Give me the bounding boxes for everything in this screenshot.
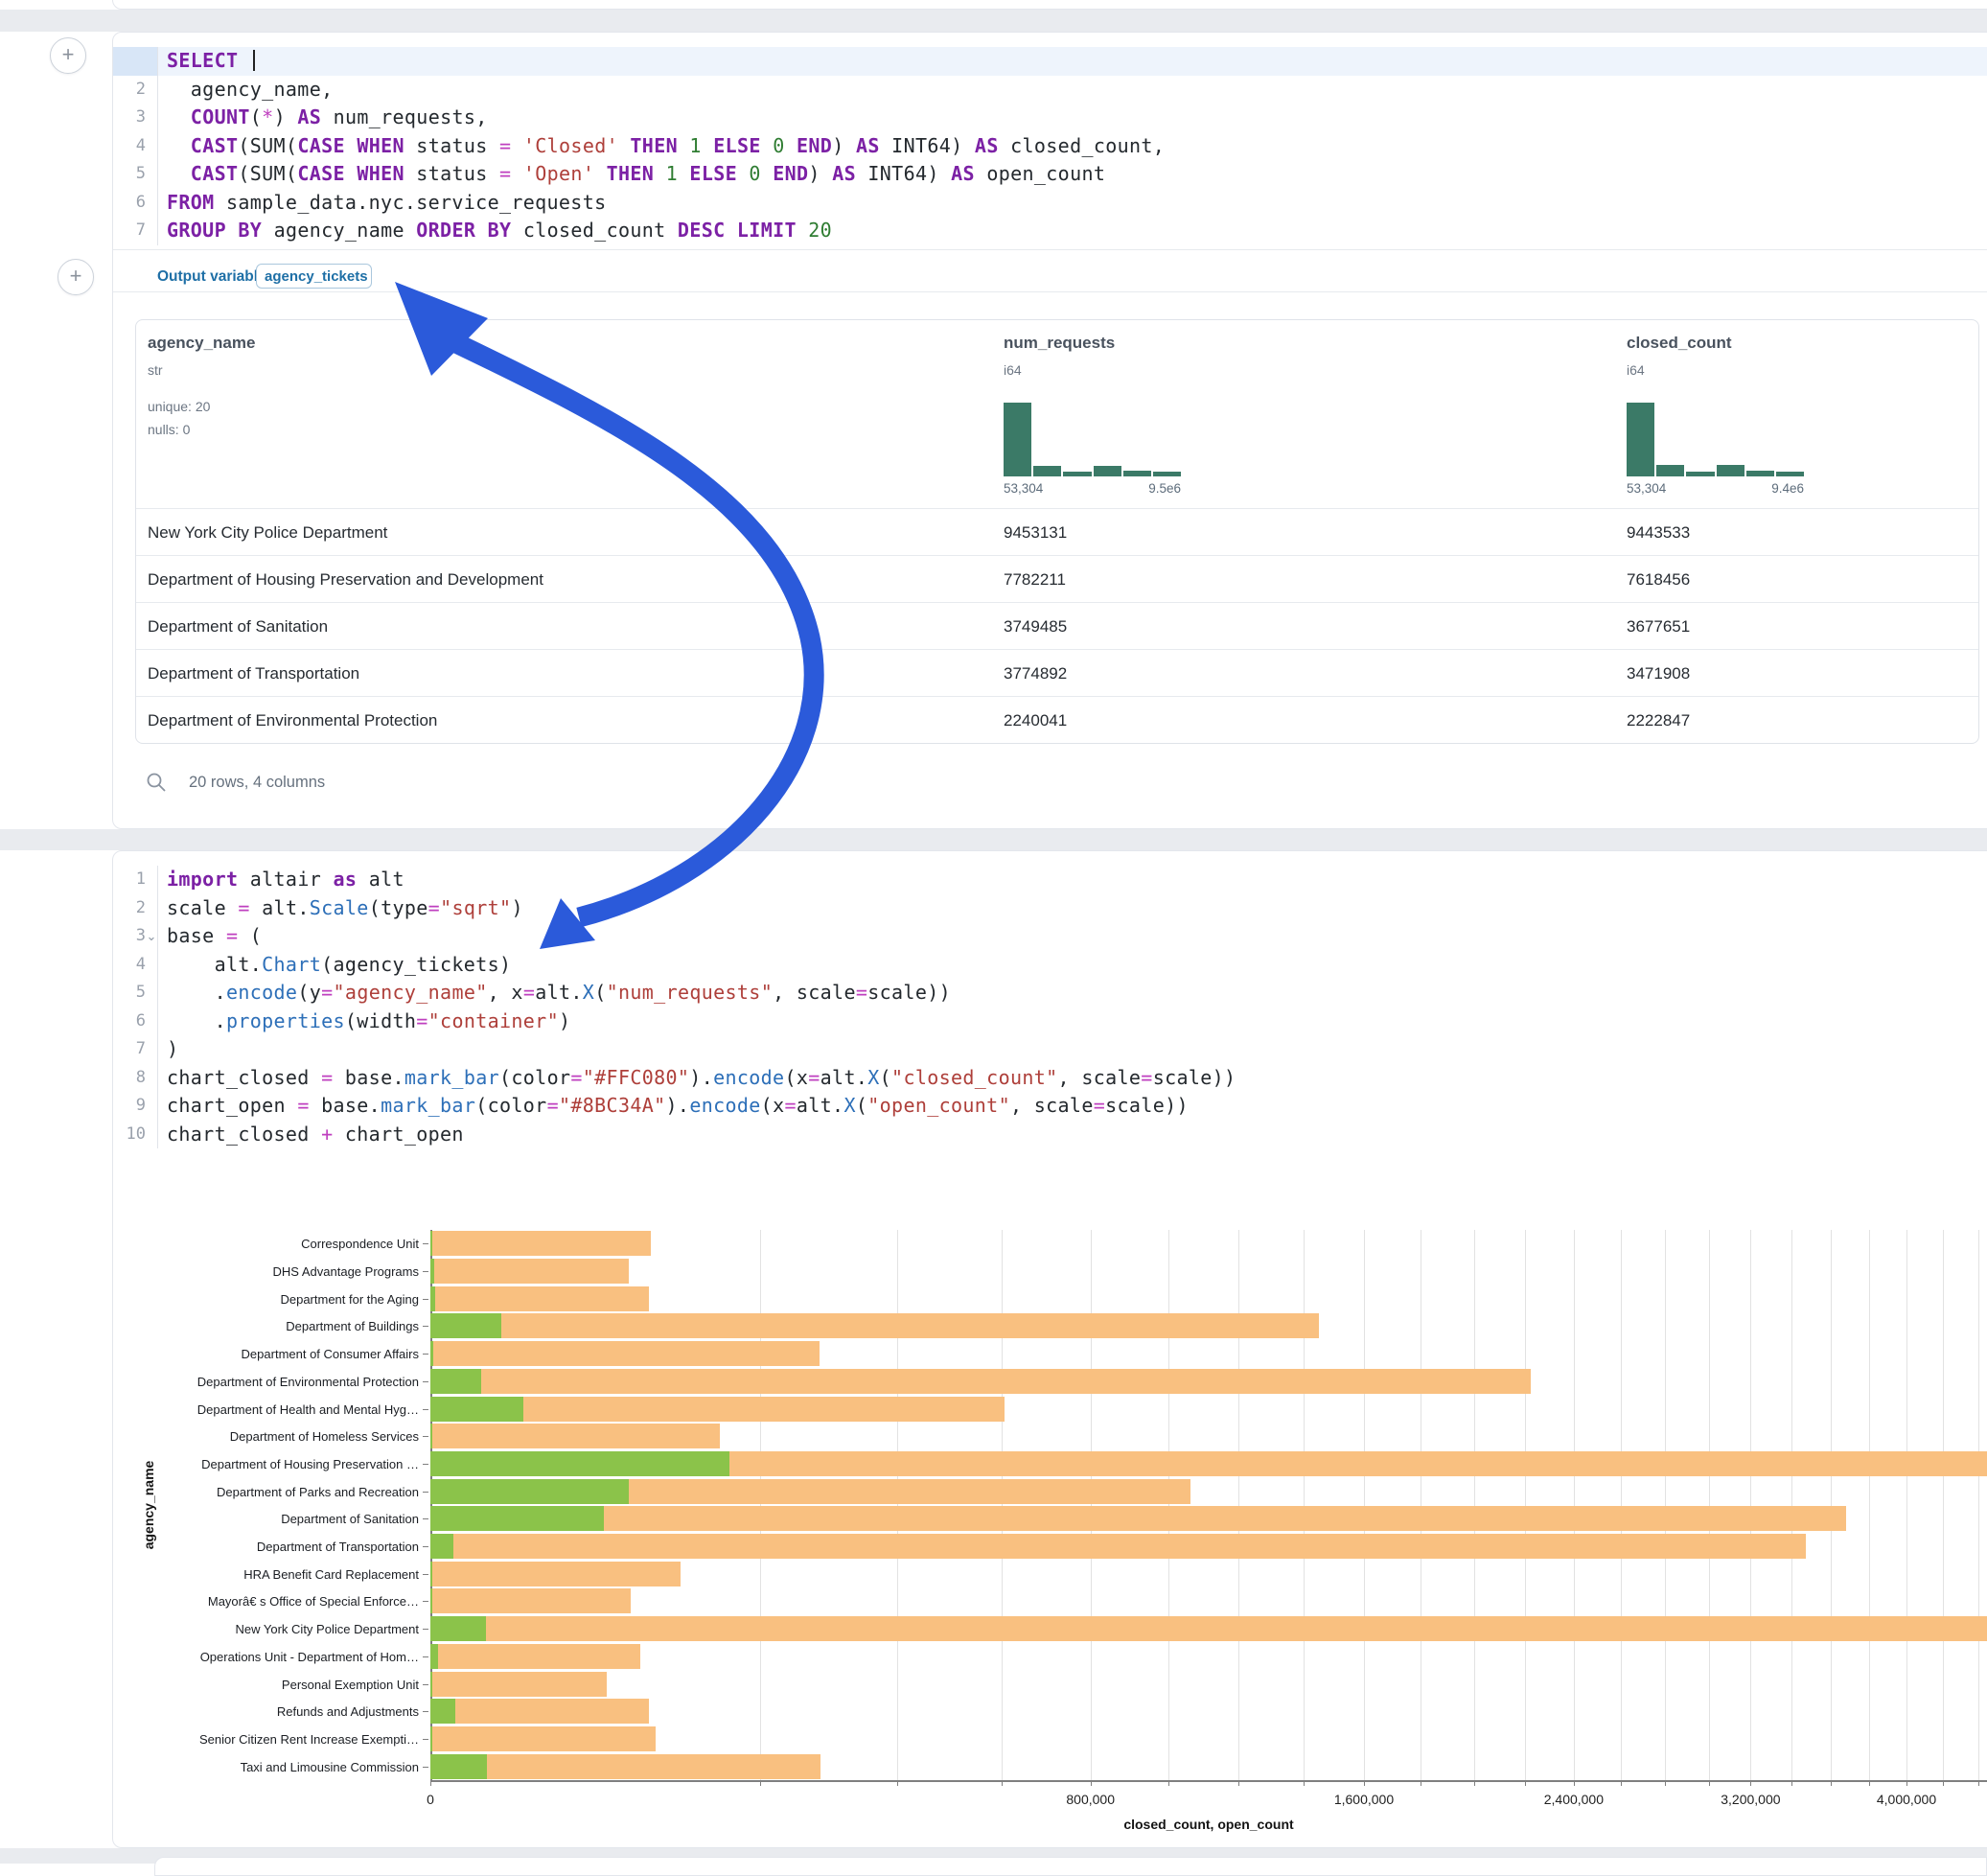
gap-band-top xyxy=(0,10,1987,32)
code-line[interactable]: 1import altair as alt xyxy=(113,866,1987,894)
table-cell-num_requests: 3749485 xyxy=(1004,603,1067,650)
previous-cell-edge xyxy=(112,0,1987,10)
code-line[interactable]: 5 .encode(y="agency_name", x=alt.X("num_… xyxy=(113,979,1987,1007)
table-row[interactable]: Department of Sanitation 3749485 3677651 xyxy=(136,602,1978,650)
add-cell-button-top[interactable]: + xyxy=(50,37,86,74)
code-line[interactable]: 7) xyxy=(113,1035,1987,1064)
code-line[interactable]: 1⌄SELECT xyxy=(113,47,1987,76)
table-cell-closed_count: 3471908 xyxy=(1627,650,1690,697)
text-cursor xyxy=(253,50,255,71)
python-code-editor[interactable]: 1import altair as alt2scale = alt.Scale(… xyxy=(113,866,1987,1148)
column-histogram xyxy=(1627,403,1804,476)
table-row[interactable]: Department of Housing Preservation and D… xyxy=(136,555,1978,603)
search-icon[interactable] xyxy=(145,771,168,794)
next-cell-edge xyxy=(154,1857,1987,1876)
output-variable-label: Output variable: xyxy=(157,268,271,286)
column-type: i64 xyxy=(1004,362,1022,378)
table-cell-agency_name: New York City Police Department xyxy=(148,509,387,556)
table-row[interactable]: Department of Transportation 3774892 34719… xyxy=(136,649,1978,697)
code-line[interactable]: 7GROUP BY agency_name ORDER BY closed_co… xyxy=(113,217,1987,245)
sql-cell: 1⌄SELECT 2 agency_name,3 COUNT(*) AS num… xyxy=(112,32,1987,829)
code-line[interactable]: 4 CAST(SUM(CASE WHEN status = 'Closed' T… xyxy=(113,132,1987,161)
add-cell-button-middle[interactable]: + xyxy=(58,259,94,295)
notebook-page: { "ui": { "output_variable_label": "Outp… xyxy=(0,0,1987,1864)
code-line[interactable]: 3⌄base = ( xyxy=(113,922,1987,951)
code-line[interactable]: 2scale = alt.Scale(type="sqrt") xyxy=(113,894,1987,923)
histogram-min-label: 53,304 xyxy=(1627,481,1666,496)
table-cell-agency_name: Department of Transportation xyxy=(148,650,359,697)
table-cell-num_requests: 7782211 xyxy=(1004,556,1066,603)
table-row[interactable]: New York City Police Department 9453131 94… xyxy=(136,508,1978,556)
result-table: agency_namestr unique: 20 nulls: 0 num_requ… xyxy=(135,319,1979,744)
table-row[interactable]: Department of Environmental Protection 22… xyxy=(136,696,1978,744)
column-stat: nulls: 0 xyxy=(148,422,190,437)
table-cell-closed_count: 7618456 xyxy=(1627,556,1690,603)
divider xyxy=(113,249,1987,250)
table-cell-agency_name: Department of Sanitation xyxy=(148,603,328,650)
code-line[interactable]: 2 agency_name, xyxy=(113,76,1987,104)
histogram-max-label: 9.5e6 xyxy=(1148,481,1181,496)
table-cell-num_requests: 9453131 xyxy=(1004,509,1067,556)
column-type: i64 xyxy=(1627,362,1645,378)
histogram-max-label: 9.4e6 xyxy=(1771,481,1804,496)
code-line[interactable]: 6FROM sample_data.nyc.service_requests xyxy=(113,189,1987,218)
table-cell-agency_name: Department of Environmental Protection xyxy=(148,697,437,744)
table-cell-closed_count: 3677651 xyxy=(1627,603,1690,650)
sql-code-editor[interactable]: 1⌄SELECT 2 agency_name,3 COUNT(*) AS num… xyxy=(113,47,1987,245)
histogram-min-label: 53,304 xyxy=(1004,481,1043,496)
code-line[interactable]: 5 CAST(SUM(CASE WHEN status = 'Open' THE… xyxy=(113,160,1987,189)
code-line[interactable]: 4 alt.Chart(agency_tickets) xyxy=(113,951,1987,980)
code-line[interactable]: 10chart_closed + chart_open xyxy=(113,1121,1987,1149)
code-line[interactable]: 6 .properties(width="container") xyxy=(113,1007,1987,1036)
python-cell: 1import altair as alt2scale = alt.Scale(… xyxy=(112,850,1987,1848)
table-cell-closed_count: 9443533 xyxy=(1627,509,1690,556)
column-stat: unique: 20 xyxy=(148,399,210,414)
table-cell-agency_name: Department of Housing Preservation and D… xyxy=(148,556,543,603)
column-header[interactable]: num_requests xyxy=(1004,334,1115,353)
code-line[interactable]: 8chart_closed = base.mark_bar(color="#FF… xyxy=(113,1064,1987,1093)
column-type: str xyxy=(148,362,163,378)
column-histogram xyxy=(1004,403,1181,476)
gap-band-middle xyxy=(0,829,1987,850)
output-variable-input[interactable]: agency_tickets xyxy=(256,264,372,289)
code-line[interactable]: 9chart_open = base.mark_bar(color="#8BC3… xyxy=(113,1092,1987,1121)
table-cell-closed_count: 2222847 xyxy=(1627,697,1690,744)
column-header[interactable]: closed_count xyxy=(1627,334,1732,353)
table-cell-num_requests: 3774892 xyxy=(1004,650,1067,697)
table-row-count: 20 rows, 4 columns xyxy=(189,774,325,792)
column-header[interactable]: agency_name xyxy=(148,334,255,353)
divider xyxy=(113,291,1987,292)
code-line[interactable]: 3 COUNT(*) AS num_requests, xyxy=(113,104,1987,132)
table-cell-num_requests: 2240041 xyxy=(1004,697,1067,744)
